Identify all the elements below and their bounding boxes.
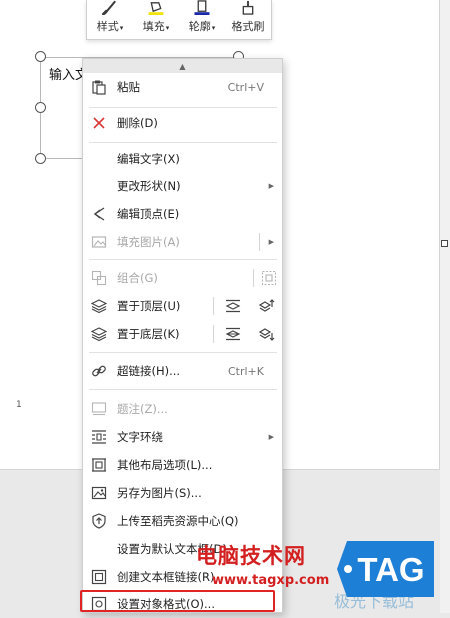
paste-shortcut: Ctrl+V [227, 80, 264, 94]
outline-button[interactable]: 轮廓▾ [179, 0, 225, 39]
menu-item-bring-to-front[interactable]: 置于顶层(U) [83, 292, 282, 320]
outline-pen-icon [194, 0, 210, 15]
menu-divider [89, 142, 277, 143]
format-painter-icon [242, 0, 254, 15]
save-as-picture-label: 另存为图片(S)... [117, 486, 202, 500]
fill-picture-label: 填充图片(A) [117, 235, 180, 249]
menu-item-edit-text[interactable]: 编辑文字(X) [83, 145, 282, 173]
link-icon [91, 363, 107, 379]
menu-item-group[interactable]: 组合(G) [83, 264, 282, 292]
format-painter-button[interactable]: 格式刷 [225, 0, 271, 39]
ungroup-icon [261, 270, 277, 286]
format-painter-label: 格式刷 [231, 20, 265, 33]
layout-options-icon [91, 457, 107, 473]
bring-up-one-level-icon[interactable] [259, 298, 275, 314]
menu-item-upload[interactable]: 上传至稻壳资源中心(Q) [83, 507, 282, 535]
bring-forward-icon[interactable] [225, 298, 241, 314]
layers-front-icon [91, 298, 107, 314]
send-backward-icon[interactable] [225, 326, 241, 342]
menu-divider [89, 259, 277, 260]
upload-label: 上传至稻壳资源中心(Q) [117, 514, 239, 528]
chevron-up-icon: ▲ [179, 61, 186, 71]
picture-icon [91, 485, 107, 501]
create-link-label: 创建文本框链接(R) [117, 570, 215, 584]
resize-handle-top-left[interactable] [35, 51, 46, 62]
menu-item-fill-picture[interactable]: 填充图片(A) ▶ [83, 228, 282, 256]
resize-handle-bottom-left[interactable] [35, 153, 46, 164]
tag-logo-text: TAG [357, 551, 424, 588]
shape-floating-toolbar: 样式▾ 填充▾ 轮廓▾ 格式刷 [86, 0, 272, 40]
menu-scroll-up-button[interactable]: ▲ [83, 59, 282, 73]
submenu-arrow-icon: ▶ [268, 433, 274, 441]
edit-points-icon [91, 206, 107, 222]
more-layout-label: 其他布局选项(L)... [117, 458, 213, 472]
edit-text-label: 编辑文字(X) [117, 152, 180, 166]
menu-item-paste[interactable]: 粘贴 Ctrl+V [83, 73, 282, 101]
page-number: 1 [16, 400, 22, 410]
menu-item-save-as-picture[interactable]: 另存为图片(S)... [83, 479, 282, 507]
menu-divider [89, 389, 277, 390]
fill-button-label: 填充 [142, 20, 165, 33]
context-menu: ▲ 粘贴 Ctrl+V 删除(D) 编辑文字(X) 更改形状(N) ▶ 编辑顶点… [82, 58, 283, 613]
tag-logo: TAG [337, 541, 434, 597]
group-icon [91, 270, 107, 286]
split-divider [259, 233, 260, 251]
menu-item-hyperlink[interactable]: 超链接(H)... Ctrl+K [83, 357, 282, 385]
chevron-down-icon: ▾ [211, 24, 216, 32]
menu-divider [89, 107, 277, 108]
submenu-arrow-icon: ▶ [268, 238, 274, 246]
watermark-site-name: 电脑技术网 [196, 544, 306, 568]
hyperlink-label: 超链接(H)... [117, 364, 181, 378]
fill-picture-icon [91, 234, 107, 250]
change-shape-label: 更改形状(N) [117, 179, 181, 193]
fill-bucket-icon [148, 2, 164, 15]
split-divider [213, 297, 214, 315]
chevron-down-icon: ▾ [119, 24, 124, 32]
outline-button-label: 轮廓 [188, 20, 211, 33]
split-divider [213, 325, 214, 343]
style-button[interactable]: 样式▾ [87, 0, 133, 39]
send-down-one-level-icon[interactable] [259, 326, 275, 342]
caption-label: 题注(Z)... [117, 402, 168, 416]
resize-handle-middle-left[interactable] [35, 102, 46, 113]
layers-back-icon [91, 326, 107, 342]
textbox-link-icon [91, 569, 107, 585]
edit-points-label: 编辑顶点(E) [117, 207, 180, 221]
bring-to-front-label: 置于顶层(U) [117, 299, 181, 313]
clipboard-paste-icon [91, 79, 107, 95]
chevron-down-icon: ▾ [165, 24, 170, 32]
upload-shield-icon [91, 513, 107, 529]
menu-divider [89, 352, 277, 353]
split-divider [253, 269, 254, 287]
style-button-label: 样式 [96, 20, 119, 33]
menu-item-caption[interactable]: 题注(Z)... [83, 395, 282, 423]
brush-style-icon [102, 0, 116, 15]
send-to-back-label: 置于底层(K) [117, 327, 180, 341]
group-label: 组合(G) [117, 271, 158, 285]
delete-x-icon [91, 115, 107, 131]
menu-item-edit-points[interactable]: 编辑顶点(E) [83, 200, 282, 228]
menu-item-more-layout[interactable]: 其他布局选项(L)... [83, 451, 282, 479]
delete-label: 删除(D) [117, 116, 158, 130]
text-wrap-icon [91, 429, 107, 445]
menu-item-change-shape[interactable]: 更改形状(N) ▶ [83, 172, 282, 200]
scrollbar-track[interactable] [440, 0, 450, 613]
fill-button[interactable]: 填充▾ [133, 0, 179, 39]
menu-item-text-wrap[interactable]: 文字环绕 ▶ [83, 423, 282, 451]
watermark-url: www.tagxp.com [212, 573, 330, 588]
caption-icon [91, 401, 107, 417]
submenu-arrow-icon: ▶ [268, 182, 274, 190]
menu-item-send-to-back[interactable]: 置于底层(K) [83, 320, 282, 348]
hyperlink-shortcut: Ctrl+K [227, 364, 264, 378]
menu-item-delete[interactable]: 删除(D) [83, 109, 282, 137]
text-wrap-label: 文字环绕 [117, 430, 163, 444]
paste-label: 粘贴 [117, 80, 140, 94]
page-edge-handle[interactable] [441, 240, 448, 247]
highlight-annotation-box [80, 590, 275, 612]
